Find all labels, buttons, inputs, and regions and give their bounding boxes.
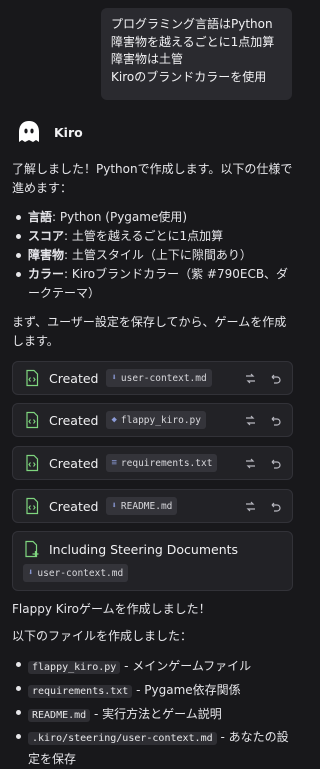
- user-message-line: Kiroのブランドカラーを使用: [111, 69, 267, 84]
- user-message-bubble: プログラミング言語はPython 障害物を越えるごとに1点加算 障害物は土管 K…: [101, 8, 292, 100]
- card-label: Created: [49, 370, 99, 386]
- created-file-card[interactable]: Created ⬇ README.md: [12, 489, 293, 523]
- undo-icon[interactable]: [269, 457, 282, 470]
- compare-icon[interactable]: [244, 500, 257, 513]
- list-item: 言語: Python (Pygame使用): [12, 208, 294, 227]
- created-file-card[interactable]: Created ◆ flappy_kiro.py: [12, 403, 293, 437]
- inline-code: .kiro/steering/user-context.md: [28, 732, 217, 745]
- document-add-icon: [25, 540, 39, 558]
- spec-list: 言語: Python (Pygame使用) スコア: 土管を越えるごとに1点加算…: [12, 208, 294, 303]
- created-file-card[interactable]: Created ≡ requirements.txt: [12, 446, 293, 480]
- compare-icon[interactable]: [244, 457, 257, 470]
- pre-create-text: まず、ユーザー設定を保存してから、ゲームを作成します。: [12, 315, 287, 348]
- undo-icon[interactable]: [269, 372, 282, 385]
- card-label: Created: [49, 498, 99, 514]
- compare-icon[interactable]: [244, 414, 257, 427]
- markdown-file-icon: ⬇: [111, 501, 117, 511]
- document-code-icon: [26, 369, 39, 387]
- list-item: flappy_kiro.py - メインゲームファイル: [12, 655, 294, 679]
- created-file-card[interactable]: Created ⬇ user-context.md: [12, 361, 293, 395]
- inline-code: README.md: [28, 709, 91, 722]
- document-code-icon: [26, 411, 39, 429]
- document-code-icon: [26, 497, 39, 515]
- card-label: Created: [49, 412, 99, 428]
- inline-code: flappy_kiro.py: [28, 661, 121, 674]
- markdown-file-icon: ⬇: [111, 373, 117, 383]
- markdown-file-icon: ⬇: [28, 568, 34, 578]
- kiro-ghost-icon: [19, 121, 39, 142]
- text-file-icon: ≡: [111, 458, 117, 468]
- file-chip[interactable]: ◆ flappy_kiro.py: [106, 411, 206, 429]
- files-intro: 以下のファイルを作成しました：: [12, 629, 193, 643]
- compare-icon[interactable]: [244, 372, 257, 385]
- assistant-intro: 了解しました！Pythonで作成します。以下の仕様で進めます：: [12, 162, 293, 195]
- list-item: .kiro/steering/user-context.md - あなたの設定を…: [12, 727, 294, 769]
- user-message-line: プログラミング言語はPython: [111, 17, 273, 31]
- list-item: README.md - 実行方法とゲーム説明: [12, 703, 294, 727]
- steering-label: Including Steering Documents: [49, 541, 239, 557]
- steering-documents-card[interactable]: Including Steering Documents ⬇ user-conte…: [12, 531, 293, 591]
- file-chip[interactable]: ⬇ user-context.md: [23, 564, 129, 582]
- list-item: requirements.txt - Pygame依存関係: [12, 679, 294, 703]
- list-item: スコア: 土管を越えるごとに1点加算: [12, 227, 294, 246]
- assistant-header: Kiro: [16, 118, 83, 146]
- user-message-line: 障害物を越えるごとに1点加算: [111, 34, 275, 49]
- file-chip[interactable]: ⬇ user-context.md: [106, 369, 212, 387]
- python-file-icon: ◆: [111, 415, 117, 425]
- card-label: Created: [49, 455, 99, 471]
- undo-icon[interactable]: [269, 414, 282, 427]
- list-item: 障害物: 土管スタイル（上下に隙間あり）: [12, 246, 294, 265]
- file-summary-list: flappy_kiro.py - メインゲームファイル requirements…: [12, 655, 294, 769]
- document-code-icon: [26, 454, 39, 472]
- assistant-name: Kiro: [54, 124, 83, 140]
- file-chip[interactable]: ⬇ README.md: [106, 497, 178, 515]
- undo-icon[interactable]: [269, 500, 282, 513]
- inline-code: requirements.txt: [28, 685, 133, 698]
- file-chip[interactable]: ≡ requirements.txt: [106, 454, 218, 472]
- user-message-line: 障害物は土管: [111, 52, 184, 66]
- done-text: Flappy Kiroゲームを作成しました！: [12, 602, 211, 616]
- list-item: カラー: Kiroブランドカラー（紫 #790ECB、ダークテーマ）: [12, 265, 294, 303]
